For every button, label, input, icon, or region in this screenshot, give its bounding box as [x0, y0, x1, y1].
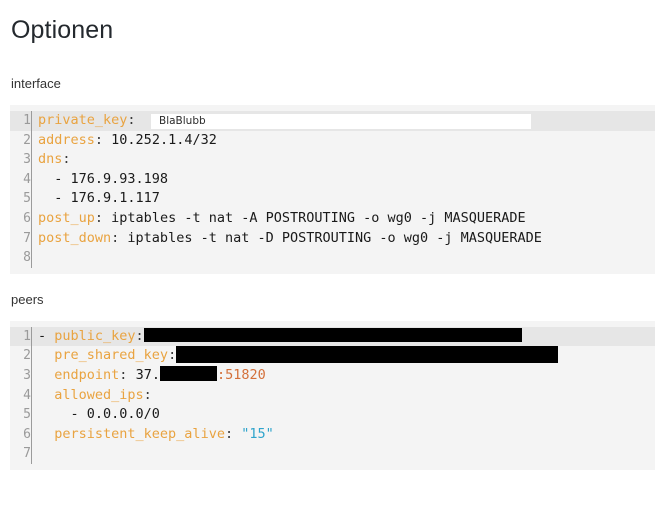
code-line: 2 pre_shared_key:: [10, 345, 655, 366]
code-line: 3 endpoint: 37.:51820: [10, 365, 655, 386]
code-line: 1 private_key:: [10, 111, 655, 131]
code-line: 3 dns:: [10, 150, 655, 170]
code-line-content: dns:: [32, 150, 655, 170]
yaml-indent: [38, 426, 54, 442]
line-number: 2: [10, 130, 32, 151]
code-line: 4 allowed_ips:: [10, 385, 655, 406]
code-line: 1 - public_key:: [10, 326, 655, 347]
code-line-content: endpoint: 37.:51820: [32, 366, 655, 386]
line-number: 5: [10, 405, 32, 425]
yaml-colon: :: [143, 386, 152, 403]
line-number: 6: [10, 208, 32, 229]
yaml-colon: :: [127, 112, 136, 128]
line-number: 5: [10, 189, 32, 209]
yaml-key: allowed_ips: [54, 386, 144, 403]
yaml-key: dns: [38, 151, 63, 168]
yaml-list-dash: -: [38, 327, 55, 344]
code-line: 7 post_down: iptables -t nat -D POSTROUT…: [10, 228, 655, 249]
yaml-indent: [38, 387, 54, 403]
yaml-space: [233, 426, 241, 442]
code-line: 2 address: 10.252.1.4/32: [10, 130, 655, 151]
yaml-colon: :: [135, 327, 144, 344]
yaml-key: post_down: [38, 229, 112, 246]
code-line-content: [32, 444, 655, 464]
yaml-key: public_key: [54, 327, 136, 344]
code-line: 5 - 0.0.0.0/0: [10, 405, 655, 425]
code-line: 4 - 176.9.93.198: [10, 169, 655, 190]
code-line-content: persistent_keep_alive: "15": [32, 425, 655, 445]
yaml-key: address: [38, 131, 95, 148]
code-line-content: post_down: iptables -t nat -D POSTROUTIN…: [32, 229, 655, 249]
yaml-colon: :: [94, 209, 104, 226]
code-line-content: allowed_ips:: [32, 386, 655, 406]
yaml-colon: :: [168, 347, 177, 364]
code-line-content: - public_key:: [32, 327, 655, 347]
code-line-content: [32, 248, 655, 268]
code-line-content: - 176.9.93.198: [38, 170, 169, 187]
pre-shared-key-redaction-bar: [176, 345, 559, 363]
yaml-key: endpoint: [54, 366, 120, 383]
code-line: 8: [10, 248, 655, 268]
yaml-value: iptables -t nat -A POSTROUTING -o wg0 -j…: [103, 209, 526, 226]
interface-code-block: 1 private_key: 2 address: 10.252.1.4/32 …: [10, 105, 655, 274]
yaml-value: 37.: [127, 366, 160, 383]
yaml-indent: [38, 347, 54, 363]
yaml-colon: :: [224, 425, 234, 442]
code-line: 6 persistent_keep_alive: "15": [10, 424, 655, 445]
line-number: 3: [10, 365, 32, 386]
yaml-string-value: "15": [241, 425, 274, 442]
yaml-colon: :: [62, 151, 71, 168]
code-line-content: address: 10.252.1.4/32: [32, 131, 655, 151]
line-number: 1: [10, 326, 32, 347]
line-number: 7: [10, 228, 32, 249]
yaml-value: iptables -t nat -D POSTROUTING -o wg0 -j…: [119, 229, 542, 246]
private-key-input[interactable]: [151, 114, 531, 129]
line-number: 3: [10, 150, 32, 170]
code-line-content: - 176.9.1.117: [38, 190, 160, 207]
yaml-key: post_up: [38, 209, 95, 226]
yaml-key: persistent_keep_alive: [54, 425, 225, 442]
line-number: 4: [10, 169, 32, 190]
code-line-content: post_up: iptables -t nat -A POSTROUTING …: [32, 209, 655, 229]
yaml-colon: :: [94, 131, 104, 148]
endpoint-port: :51820: [216, 366, 266, 383]
code-line: 6 post_up: iptables -t nat -A POSTROUTIN…: [10, 208, 655, 229]
page-title: Optionen: [11, 16, 114, 44]
section-label-interface: interface: [11, 76, 61, 91]
yaml-indent: [38, 367, 54, 383]
endpoint-ip-redaction-bar: [159, 366, 217, 382]
code-line: 5 - 176.9.1.117: [10, 189, 655, 209]
line-number: 6: [10, 424, 32, 445]
public-key-redaction-bar: [143, 327, 522, 342]
code-line-content: - 0.0.0.0/0: [38, 406, 160, 423]
code-line: 7: [10, 444, 655, 464]
line-number: 4: [10, 385, 32, 406]
peers-code-block: 1 - public_key: 2 pre_shared_key: 3 endp…: [10, 320, 655, 470]
yaml-value: 10.252.1.4/32: [103, 131, 217, 148]
code-line-content: pre_shared_key:: [32, 345, 655, 366]
yaml-key: pre_shared_key: [54, 347, 169, 364]
line-number: 1: [10, 111, 32, 131]
options-page: Optionen interface 1 private_key: 2 addr…: [0, 0, 655, 524]
yaml-key: private_key: [38, 112, 128, 128]
line-number: 8: [10, 248, 32, 268]
line-number: 2: [10, 346, 32, 366]
line-number: 7: [10, 444, 32, 464]
section-label-peers: peers: [11, 291, 44, 307]
